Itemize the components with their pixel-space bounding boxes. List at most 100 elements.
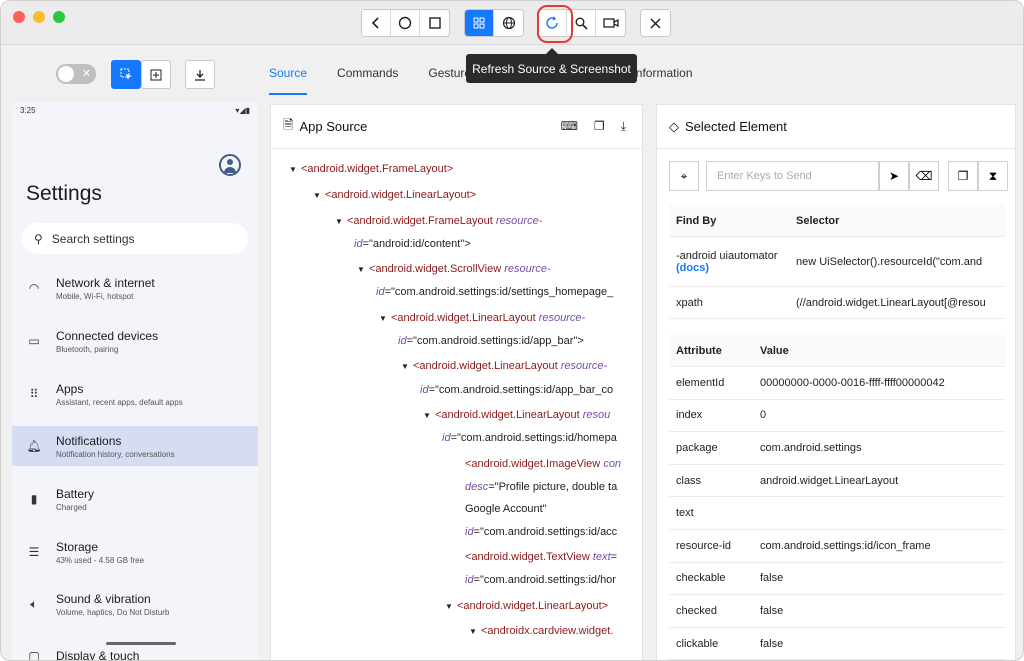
caret-down-icon[interactable]: ▼ <box>401 362 413 371</box>
selector-value: (//android.widget.LinearLayout[@resou <box>796 296 986 309</box>
tree-node[interactable]: Google Account" <box>465 503 547 515</box>
caret-down-icon[interactable]: ▼ <box>469 627 481 636</box>
screenshot-toggle[interactable]: ✕ <box>56 64 96 84</box>
tree-node[interactable]: id="com.android.settings:id/app_bar_co <box>420 384 613 396</box>
profile-avatar-icon[interactable] <box>219 154 241 176</box>
find-by-table: Find By Selector -android uiautomator (d… <box>669 205 1005 319</box>
send-keys-button[interactable]: ➤ <box>879 161 909 191</box>
search-icon: ⚲ <box>34 231 43 246</box>
tree-node[interactable]: ▼ <android.widget.FrameLayout resource- <box>335 215 542 227</box>
node-tag: <android.widget.LinearLayout <box>435 409 580 421</box>
table-row[interactable]: clickable false <box>669 628 1005 660</box>
timing-button[interactable]: ⧗ <box>978 161 1008 191</box>
caret-down-icon[interactable]: ▼ <box>379 314 391 323</box>
settings-item-battery[interactable]: ▮ Battery Charged <box>12 479 258 519</box>
table-row[interactable]: index 0 <box>669 400 1005 433</box>
device-screenshot[interactable]: 3:25 ▾◢▮ Settings ⚲ Search settings ◠ Ne… <box>12 102 258 661</box>
clear-button[interactable]: ⌫ <box>909 161 939 191</box>
tree-node[interactable]: <android.widget.ImageView con <box>465 458 621 470</box>
node-attribute: id <box>465 574 474 586</box>
table-row[interactable]: checkable false <box>669 563 1005 596</box>
tree-node[interactable]: ▼ <android.widget.LinearLayout> <box>445 600 608 612</box>
tree-node[interactable]: ▼ <android.widget.LinearLayout resource- <box>379 312 585 324</box>
tag-icon: ◇ <box>669 118 679 134</box>
table-row[interactable]: package com.android.settings <box>669 432 1005 465</box>
tab-source[interactable]: Source <box>269 59 308 95</box>
caret-down-icon[interactable]: ▼ <box>335 217 347 226</box>
send-keys-input[interactable]: Enter Keys to Send <box>706 161 879 191</box>
settings-item-connected-devices[interactable]: ▭ Connected devices Bluetooth, pairing <box>12 321 258 361</box>
item-title: Display & touch <box>56 649 140 661</box>
settings-item-network[interactable]: ◠ Network & internet Mobile, Wi-Fi, hotsp… <box>12 268 258 308</box>
tree-node[interactable]: id="android:id/content"> <box>354 238 471 250</box>
x-circle-icon: ✕ <box>81 68 91 80</box>
tree-node[interactable]: id="com.android.settings:id/app_bar"> <box>398 335 584 347</box>
app-switch-button[interactable] <box>420 10 449 36</box>
settings-item-storage[interactable]: ☰ Storage 43% used - 4.58 GB free <box>12 532 258 572</box>
tree-node[interactable]: id="com.android.settings:id/homepa <box>442 432 617 444</box>
item-subtitle: Assistant, recent apps, default apps <box>56 397 183 407</box>
node-value: = <box>610 551 618 563</box>
caret-down-icon[interactable]: ▼ <box>423 411 435 420</box>
download-screenshot-button[interactable] <box>185 60 215 89</box>
close-window-button[interactable] <box>13 11 25 23</box>
record-button[interactable] <box>596 10 625 36</box>
caret-down-icon[interactable]: ▼ <box>289 165 301 174</box>
caret-down-icon[interactable]: ▼ <box>357 265 369 274</box>
web-mode-button[interactable] <box>494 10 523 36</box>
settings-item-display[interactable]: ▢ Display & touch <box>12 636 258 661</box>
tap-coordinates-button[interactable] <box>141 60 171 89</box>
attribute-name: checked <box>676 604 717 617</box>
tab-commands[interactable]: Commands <box>337 59 398 89</box>
table-row[interactable]: class android.widget.LinearLayout <box>669 465 1005 498</box>
table-row[interactable]: elementId 00000000-0000-0016-ffff-ffff000… <box>669 367 1005 400</box>
tree-node[interactable]: ▼ <android.widget.LinearLayout resource- <box>401 360 607 372</box>
quit-group <box>640 9 671 37</box>
item-subtitle: Volume, haptics, Do Not Disturb <box>56 607 170 617</box>
tree-node[interactable]: ▼ <androidx.cardview.widget. <box>469 625 613 637</box>
back-button[interactable] <box>362 10 391 36</box>
tree-node[interactable]: ▼ <android.widget.ScrollView resource- <box>357 263 551 275</box>
quit-session-button[interactable] <box>641 10 670 36</box>
search-settings-field[interactable]: ⚲ Search settings <box>22 223 248 254</box>
minimize-window-button[interactable] <box>33 11 45 23</box>
table-row[interactable]: -android uiautomator (docs) new UiSelect… <box>669 237 1005 287</box>
home-button[interactable] <box>391 10 420 36</box>
search-icon <box>575 17 588 30</box>
find-by-strategy: xpath <box>676 296 703 309</box>
settings-item-apps[interactable]: ⠿ Apps Assistant, recent apps, default ap… <box>12 374 258 414</box>
docs-link[interactable]: (docs) <box>676 262 789 274</box>
tree-node[interactable]: ▼ <android.widget.LinearLayout> <box>313 189 476 201</box>
caret-down-icon[interactable]: ▼ <box>445 602 457 611</box>
copy-attributes-button[interactable]: ❐ <box>948 161 978 191</box>
selector-value: new UiSelector().resourceId("com.and <box>796 255 983 268</box>
source-tree[interactable]: ▼ <android.widget.FrameLayout> ▼ <android.w… <box>271 149 642 660</box>
tree-node[interactable]: id="com.android.settings:id/settings_hom… <box>376 286 613 298</box>
settings-item-sound[interactable]: 🔈︎ Sound & vibration Volume, haptics, Do … <box>12 584 258 624</box>
tree-node[interactable]: id="com.android.settings:id/hor <box>465 574 616 586</box>
tree-node[interactable]: ▼ <android.widget.LinearLayout resou <box>423 409 610 421</box>
table-row[interactable]: text <box>669 497 1005 530</box>
table-row[interactable]: checked false <box>669 595 1005 628</box>
find-by-header: Find By <box>676 214 717 227</box>
attribute-value: 0 <box>760 409 767 422</box>
terminal-icon[interactable]: ⌨ <box>561 119 578 134</box>
table-row[interactable]: xpath (//android.widget.LinearLayout[@re… <box>669 287 1005 319</box>
tap-element-button[interactable]: ⌖ <box>669 161 699 191</box>
node-tag: <android.widget.LinearLayout <box>391 312 536 324</box>
node-attribute: id <box>420 384 429 396</box>
tree-node[interactable]: ▼ <android.widget.FrameLayout> <box>289 163 453 175</box>
caret-down-icon[interactable]: ▼ <box>313 191 325 200</box>
zoom-window-button[interactable] <box>53 11 65 23</box>
tree-node[interactable]: desc="Profile picture, double ta <box>465 481 617 493</box>
select-elements-button[interactable] <box>111 60 141 89</box>
settings-item-notifications[interactable]: 🔔︎ Notifications Notification history, co… <box>12 426 258 466</box>
tree-node[interactable]: <android.widget.TextView text= <box>465 551 617 563</box>
tree-node[interactable]: id="com.android.settings:id/acc <box>465 526 617 538</box>
table-row[interactable]: resource-id com.android.settings:id/icon_… <box>669 530 1005 563</box>
download-icon[interactable]: ⤓ <box>621 119 626 134</box>
copy-icon[interactable]: ❐ <box>594 119 605 134</box>
selected-element-panel: ◇ Selected Element ⌖ Enter Keys to Send … <box>656 104 1016 660</box>
plus-square-icon <box>150 69 162 80</box>
native-app-mode-button[interactable] <box>465 10 494 36</box>
